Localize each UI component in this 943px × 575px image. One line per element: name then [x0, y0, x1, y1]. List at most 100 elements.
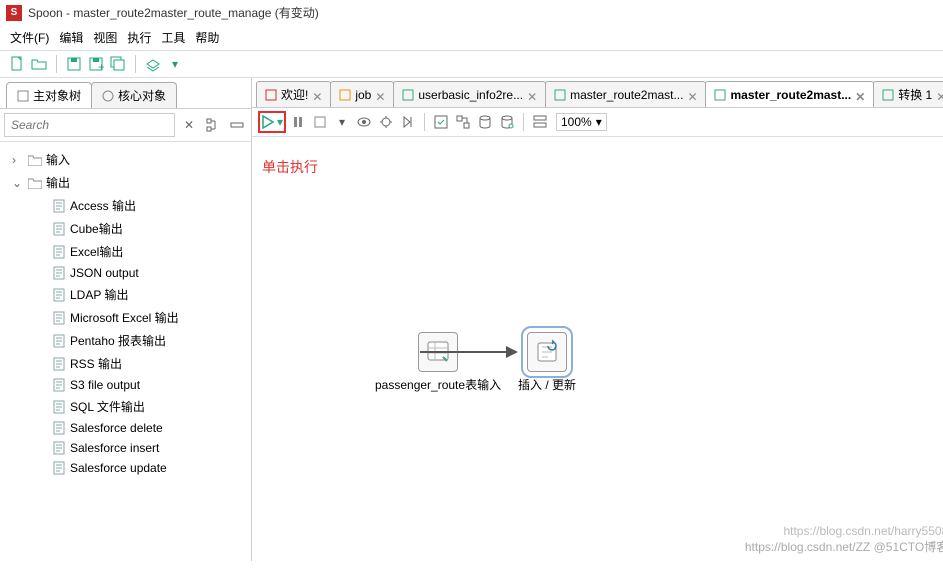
- tab-label: master_route2mast...: [570, 88, 683, 102]
- document-tab[interactable]: userbasic_info2re...✕: [393, 81, 546, 107]
- menu-edit[interactable]: 编辑: [59, 29, 83, 46]
- open-icon[interactable]: [30, 55, 48, 73]
- tab-type-icon: [882, 89, 894, 101]
- expand-all-icon[interactable]: [203, 115, 223, 135]
- pause-icon[interactable]: [288, 112, 308, 132]
- window-title: Spoon - master_route2master_route_manage…: [28, 4, 319, 21]
- step-icon: [52, 400, 66, 414]
- stop-icon[interactable]: [310, 112, 330, 132]
- menu-file[interactable]: 文件(F): [10, 29, 49, 46]
- tree-item-label: LDAP 输出: [70, 286, 128, 303]
- step-icon: [52, 245, 66, 259]
- tree-item-label: RSS 输出: [70, 355, 122, 372]
- dropdown-icon[interactable]: ▾: [166, 55, 184, 73]
- save-all-icon[interactable]: [109, 55, 127, 73]
- folder-icon: [28, 177, 42, 189]
- tree-item-label: Microsoft Excel 输出: [70, 309, 179, 326]
- tab-type-icon: [402, 89, 414, 101]
- tree-item[interactable]: Salesforce insert: [0, 438, 251, 458]
- menu-help[interactable]: 帮助: [195, 29, 219, 46]
- search-input[interactable]: [4, 113, 175, 137]
- close-tab-icon[interactable]: ✕: [855, 90, 865, 100]
- document-tab[interactable]: 转换 1✕: [873, 81, 943, 107]
- replay-icon[interactable]: [398, 112, 418, 132]
- tree-item[interactable]: SQL 文件输出: [0, 395, 251, 418]
- document-tab[interactable]: job ✕: [330, 81, 394, 107]
- toolbar-separator: [56, 55, 57, 73]
- close-tab-icon[interactable]: ✕: [527, 90, 537, 100]
- zoom-value: 100%: [561, 115, 592, 129]
- menu-run[interactable]: 执行: [127, 29, 151, 46]
- tree-item[interactable]: S3 file output: [0, 375, 251, 395]
- document-tab[interactable]: 欢迎!✕: [256, 81, 331, 107]
- dropdown-icon[interactable]: ▾: [332, 112, 352, 132]
- tree-item[interactable]: Salesforce update: [0, 458, 251, 478]
- canvas[interactable]: 单击执行 passenger_route表输入 插入 / 更新 https://…: [252, 137, 943, 561]
- tree-item[interactable]: Excel输出: [0, 240, 251, 263]
- preview-icon[interactable]: [354, 112, 374, 132]
- hint-text: 单击执行: [262, 157, 318, 177]
- document-tab[interactable]: master_route2mast... ✕: [545, 81, 706, 107]
- close-tab-icon[interactable]: ✕: [687, 90, 697, 100]
- tree-item[interactable]: RSS 输出: [0, 352, 251, 375]
- tree-item[interactable]: JSON output: [0, 263, 251, 283]
- close-tab-icon[interactable]: ✕: [312, 90, 322, 100]
- close-tab-icon[interactable]: ✕: [936, 90, 943, 100]
- tab-label: master_route2mast...: [730, 88, 851, 102]
- zoom-selector[interactable]: 100% ▾: [556, 113, 607, 131]
- caret-down-icon: ⌄: [12, 176, 24, 190]
- tree-item[interactable]: Cube输出: [0, 217, 251, 240]
- tree-item[interactable]: Microsoft Excel 输出: [0, 306, 251, 329]
- sidebar-tab-main[interactable]: 主对象树: [6, 82, 92, 108]
- run-button[interactable]: ▾: [258, 111, 286, 133]
- menu-tools[interactable]: 工具: [161, 29, 185, 46]
- canvas-toolbar: ▾ ▾ 100% ▾: [252, 108, 943, 137]
- tab-type-icon: [714, 89, 726, 101]
- debug-icon[interactable]: [376, 112, 396, 132]
- menu-bar: 文件(F) 编辑 视图 执行 工具 帮助: [0, 25, 943, 51]
- collapse-all-icon[interactable]: [227, 115, 247, 135]
- tree-item[interactable]: Salesforce delete: [0, 418, 251, 438]
- tree-folder-output[interactable]: ⌄ 输出: [0, 171, 251, 194]
- sql-icon[interactable]: [475, 112, 495, 132]
- step-icon: [52, 311, 66, 325]
- sidebar-tab-label: 核心对象: [118, 87, 166, 104]
- tab-label: job: [355, 88, 371, 102]
- tree-item[interactable]: Pentaho 报表输出: [0, 329, 251, 352]
- save-icon[interactable]: [65, 55, 83, 73]
- tree-icon: [17, 90, 29, 102]
- main-toolbar: + ▾: [0, 51, 943, 78]
- app-logo-icon: S: [6, 5, 22, 21]
- close-tab-icon[interactable]: ✕: [375, 90, 385, 100]
- toolbar-separator: [424, 113, 425, 131]
- sidebar-tab-label: 主对象树: [33, 87, 81, 104]
- arrow-head-icon: [506, 346, 518, 358]
- tree-item[interactable]: LDAP 输出: [0, 283, 251, 306]
- tree-item[interactable]: Access 输出: [0, 194, 251, 217]
- hop-line[interactable]: [420, 351, 508, 353]
- clear-search-icon[interactable]: ✕: [179, 115, 199, 135]
- show-results-icon[interactable]: [530, 112, 550, 132]
- step-table-input[interactable]: passenger_route表输入: [375, 332, 501, 393]
- step-insert-update[interactable]: 插入 / 更新: [518, 332, 576, 393]
- step-icon: [52, 357, 66, 371]
- new-file-icon[interactable]: [8, 55, 26, 73]
- step-label: passenger_route表输入: [375, 376, 501, 393]
- explore-icon[interactable]: [497, 112, 517, 132]
- impact-icon[interactable]: [453, 112, 473, 132]
- tree-label: 输入: [46, 151, 70, 168]
- step-icon: [52, 288, 66, 302]
- perspective-icon[interactable]: [144, 55, 162, 73]
- step-icon: [52, 441, 66, 455]
- tree-item-label: Access 输出: [70, 197, 136, 214]
- menu-view[interactable]: 视图: [93, 29, 117, 46]
- step-icon: [52, 421, 66, 435]
- core-icon: [102, 90, 114, 102]
- sidebar-tab-core[interactable]: 核心对象: [91, 82, 177, 108]
- save-as-icon[interactable]: +: [87, 55, 105, 73]
- tree: › 输入 ⌄ 输出 Access 输出 Cube输出Excel输出JSON out…: [0, 142, 251, 561]
- tree-folder-input[interactable]: › 输入: [0, 148, 251, 171]
- verify-icon[interactable]: [431, 112, 451, 132]
- document-tab[interactable]: master_route2mast... ✕: [705, 81, 874, 107]
- content-area: 欢迎!✕job✕userbasic_info2re...✕master_rout…: [252, 78, 943, 561]
